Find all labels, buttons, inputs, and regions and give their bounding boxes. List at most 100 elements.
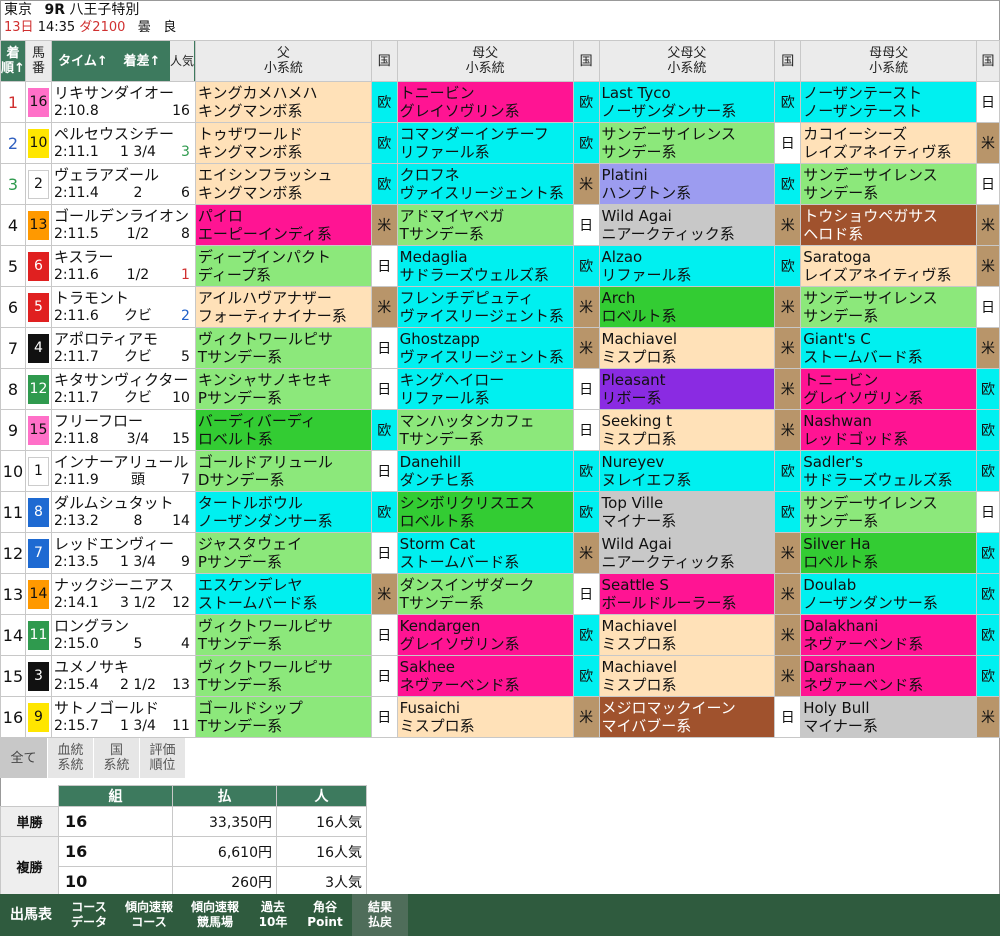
- payout-combo: 16: [58, 836, 173, 867]
- sort-margin[interactable]: 着差↑: [114, 54, 170, 69]
- country-badge: 米: [976, 696, 1000, 738]
- tab-all[interactable]: 全て: [0, 738, 48, 778]
- horse-name[interactable]: アポロティアモ: [54, 330, 194, 348]
- horse-cell[interactable]: ナックジーニアス 2:14.1 3 1/2 12: [50, 573, 196, 615]
- horse-cell[interactable]: ヴェラアズール 2:11.4 2 6: [50, 163, 196, 205]
- horse-name[interactable]: ロングラン: [54, 617, 194, 635]
- ancestor-name: Ghostzapp: [399, 330, 480, 348]
- payout-amount: 33,350円: [172, 806, 277, 837]
- horse-row[interactable]: 16 9 サトノゴールド 2:15.7 1 3/4 11 ゴールドシップ Tサンデー系日 Fus…: [0, 696, 1000, 738]
- horse-name[interactable]: ヴェラアズール: [54, 166, 194, 184]
- horse-row[interactable]: 11 8 ダルムシュタット 2:13.2 8 14 タートルボウル ノーザンダンサー系欧シンボ…: [0, 491, 1000, 533]
- horse-row[interactable]: 5 6 キスラー 2:11.6 1/2 1 ディープインパクト ディープ系日 Medaglia サ…: [0, 245, 1000, 287]
- ancestor-name: Nashwan: [803, 412, 872, 430]
- ancestor-line: Pサンデー系: [197, 389, 282, 407]
- horse-row[interactable]: 13 14 ナックジーニアス 2:14.1 3 1/2 12 エスケンデレヤ ストームバード系…: [0, 573, 1000, 615]
- horse-name[interactable]: インナーアリュール: [54, 453, 194, 471]
- country-badge: 日: [370, 614, 398, 656]
- nav-trend-track[interactable]: 傾向速報 競馬場: [182, 900, 248, 930]
- horse-row[interactable]: 6 5 トラモント 2:11.6 クビ 2 アイルハヴアナザー フォーティナイナー系米フレンチ…: [0, 286, 1000, 328]
- horse-name[interactable]: レッドエンヴィー: [54, 535, 194, 553]
- col-dam-sire: 母父 小系統: [396, 40, 574, 82]
- horse-name[interactable]: キタサンヴィクター: [54, 371, 194, 389]
- horse-row[interactable]: 4 13 ゴールデンライオン 2:11.5 1/2 8 パイロ エーピーインディ系米アドマイヤ…: [0, 204, 1000, 246]
- bloodline-ds: Dalakhani ネヴァーベンド系: [800, 614, 978, 656]
- horse-row[interactable]: 12 7 レッドエンヴィー 2:13.5 1 3/4 9 ジャスタウェイ Pサンデー系日 Sto…: [0, 532, 1000, 574]
- tab-rating[interactable]: 評価 順位: [140, 738, 186, 778]
- payout-pop: 16人気: [276, 806, 367, 837]
- horse-cell[interactable]: ロングラン 2:15.0 5 4: [50, 614, 196, 656]
- horse-cell[interactable]: リキサンダイオー 2:10.8 16: [50, 81, 196, 123]
- horse-name[interactable]: トラモント: [54, 289, 194, 307]
- country-badge: 欧: [370, 122, 398, 164]
- ancestor-name: ヴィクトワールピサ: [197, 658, 333, 676]
- ancestor-name: Sadler's: [803, 453, 863, 471]
- horse-cell[interactable]: ペルセウスシチー 2:11.1 1 3/4 3: [50, 122, 196, 164]
- bloodline-d: コマンダーインチーフ リファール系: [396, 122, 574, 164]
- horse-cell[interactable]: キスラー 2:11.6 1/2 1: [50, 245, 196, 287]
- horse-row[interactable]: 8 12 キタサンヴィクター 2:11.7 クビ 10 キンシャサノキセキ Pサンデー系日キン…: [0, 368, 1000, 410]
- country-badge: 欧: [976, 532, 1000, 574]
- horse-row[interactable]: 1 16 リキサンダイオー 2:10.8 16 キングカメハメハ キングマンボ系欧トニービン…: [0, 81, 1000, 123]
- horse-cell[interactable]: サトノゴールド 2:15.7 1 3/4 11: [50, 696, 196, 738]
- nav-point[interactable]: 角谷 Point: [298, 900, 352, 930]
- horse-cell[interactable]: ゴールデンライオン 2:11.5 1/2 8: [50, 204, 196, 246]
- nav-past10[interactable]: 過去 10年: [248, 900, 298, 930]
- nav-entries[interactable]: 出馬表: [0, 907, 62, 923]
- col-pos[interactable]: 着順↑: [0, 40, 26, 82]
- horse-cell[interactable]: レッドエンヴィー 2:13.5 1 3/4 9: [50, 532, 196, 574]
- country-badge: 日: [572, 368, 600, 410]
- country-badge: 日: [572, 573, 600, 615]
- horse-row[interactable]: 9 15 フリーフロー 2:11.8 3/4 15 バーディバーディ ロベルト系欧マンハッタン…: [0, 409, 1000, 451]
- col-ctry: 国: [976, 40, 1000, 82]
- col-ctry: 国: [572, 40, 600, 82]
- horse-name[interactable]: ペルセウスシチー: [54, 125, 194, 143]
- horse-name[interactable]: ダルムシュタット: [54, 494, 194, 512]
- horse-name[interactable]: サトノゴールド: [54, 699, 194, 717]
- popularity: 4: [181, 636, 190, 652]
- horse-name[interactable]: キスラー: [54, 248, 194, 266]
- horse-cell[interactable]: キタサンヴィクター 2:11.7 クビ 10: [50, 368, 196, 410]
- popularity: 1: [181, 267, 190, 283]
- country-badge: 欧: [370, 81, 398, 123]
- country-badge: 米: [774, 368, 802, 410]
- horse-cell[interactable]: アポロティアモ 2:11.7 クビ 5: [50, 327, 196, 369]
- horse-number: 6: [24, 245, 52, 287]
- bloodline-d: Storm Cat ストームバード系: [396, 532, 574, 574]
- horse-number: 13: [24, 204, 52, 246]
- ancestor-line: ミスプロ系: [601, 635, 677, 653]
- country-badge: 米: [774, 532, 802, 574]
- horse-name[interactable]: ユメノサキ: [54, 658, 194, 676]
- nav-results[interactable]: 結果 払戻: [352, 894, 408, 936]
- bloodline-s: パイロ エーピーインディ系: [194, 204, 372, 246]
- horse-cell[interactable]: フリーフロー 2:11.8 3/4 15: [50, 409, 196, 451]
- ancestor-line: ハンプトン系: [601, 184, 692, 202]
- ancestor-line: リファール系: [601, 266, 692, 284]
- horse-name[interactable]: リキサンダイオー: [54, 84, 194, 102]
- horse-row[interactable]: 15 3 ユメノサキ 2:15.4 2 1/2 13 ヴィクトワールピサ Tサンデー系日 Sak…: [0, 655, 1000, 697]
- sort-time[interactable]: タイム↑: [52, 54, 114, 69]
- horse-cell[interactable]: ダルムシュタット 2:13.2 8 14: [50, 491, 196, 533]
- horse-row[interactable]: 14 11 ロングラン 2:15.0 5 4 ヴィクトワールピサ Tサンデー系日 Kendarg…: [0, 614, 1000, 656]
- nav-course-data[interactable]: コース データ: [62, 900, 116, 930]
- horse-row[interactable]: 10 1 インナーアリュール 2:11.9 頭 7 ゴールドアリュール Dサンデー系日 Dane…: [0, 450, 1000, 492]
- nav-trend-course[interactable]: 傾向速報 コース: [116, 900, 182, 930]
- horse-row[interactable]: 7 4 アポロティアモ 2:11.7 クビ 5 ヴィクトワールピサ Tサンデー系日 Ghostz…: [0, 327, 1000, 369]
- tab-bloodline[interactable]: 血統 系統: [48, 738, 94, 778]
- horse-cell[interactable]: ユメノサキ 2:15.4 2 1/2 13: [50, 655, 196, 697]
- horse-name[interactable]: フリーフロー: [54, 412, 194, 430]
- horse-name[interactable]: ゴールデンライオン: [54, 207, 194, 225]
- col-pop: 人気: [169, 41, 194, 81]
- horse-cell[interactable]: インナーアリュール 2:11.9 頭 7: [50, 450, 196, 492]
- horse-cell[interactable]: トラモント 2:11.6 クビ 2: [50, 286, 196, 328]
- tab-country[interactable]: 国 系統: [94, 738, 140, 778]
- margin: 1 3/4: [119, 554, 156, 570]
- horse-row[interactable]: 2 10 ペルセウスシチー 2:11.1 1 3/4 3 トゥザワールド キングマンボ系欧コマ…: [0, 122, 1000, 164]
- horse-row[interactable]: 3 2 ヴェラアズール 2:11.4 2 6 エイシンフラッシュ キングマンボ系欧クロフネ ヴァ…: [0, 163, 1000, 205]
- col-sire: 父小系統: [194, 40, 372, 82]
- col-time-margin[interactable]: タイム↑ 着差↑ 人気: [50, 40, 196, 82]
- ancestor-name: Doulab: [803, 576, 857, 594]
- country-badge: 米: [774, 655, 802, 697]
- horse-name[interactable]: ナックジーニアス: [54, 576, 194, 594]
- bloodline-ss: Platini ハンプトン系: [598, 163, 776, 205]
